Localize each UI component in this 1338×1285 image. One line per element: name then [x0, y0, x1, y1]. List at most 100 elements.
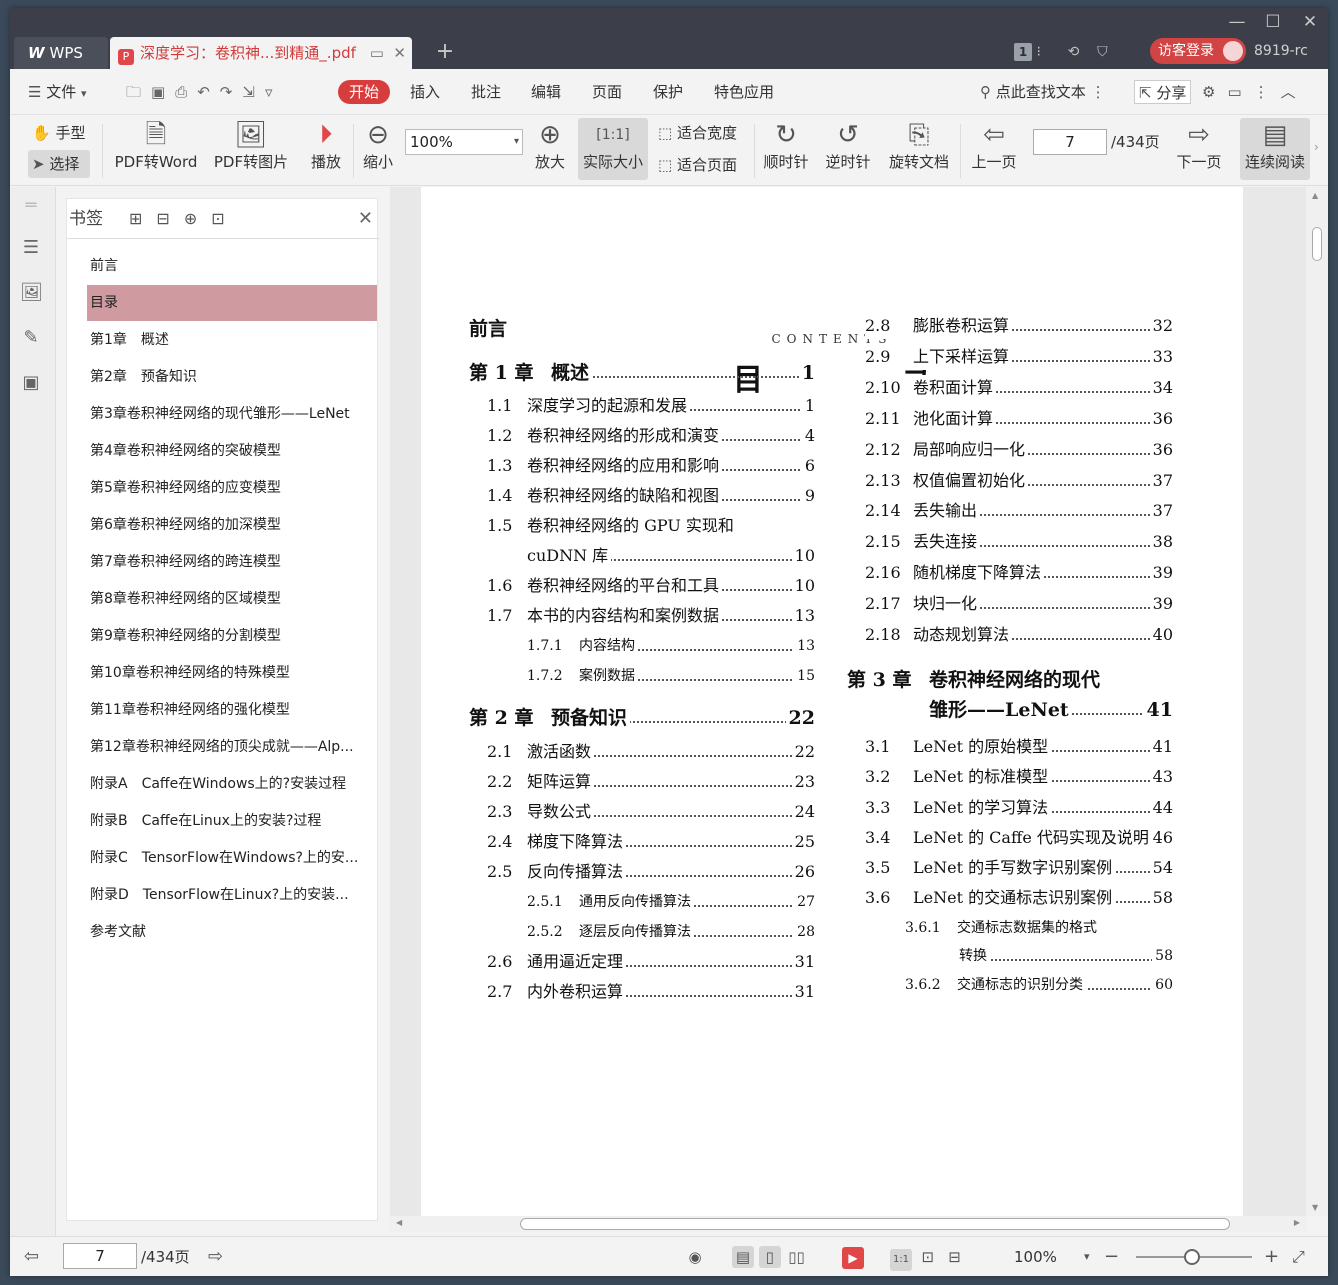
rotate-document-button[interactable]: ⎘ 旋转文档: [886, 118, 952, 172]
toc-entry[interactable]: 1.3 卷积神经网络的应用和影响 6: [487, 453, 815, 479]
tab-special-apps[interactable]: 特色应用: [714, 80, 774, 104]
open-folder-icon[interactable]: 🗀: [126, 83, 151, 101]
bookmark-item[interactable]: 附录A Caffe在Windows上的?安装过程: [87, 766, 377, 802]
bookmark-item[interactable]: ▶第2章 预备知识: [87, 359, 377, 395]
toc-entry[interactable]: 转换 58: [959, 943, 1173, 969]
tab-annotate[interactable]: 批注: [471, 80, 501, 104]
toc-entry[interactable]: 2.5 反向传播算法 26: [487, 859, 815, 885]
toc-entry[interactable]: 2.17 块归一化 39: [865, 591, 1173, 617]
toc-entry[interactable]: 雏形——LeNet 41: [929, 697, 1173, 723]
toc-entry[interactable]: 3.2 LeNet 的标准模型 43: [865, 764, 1173, 790]
minimize-button[interactable]: —: [1222, 12, 1252, 32]
toc-entry[interactable]: 2.18 动态规划算法 40: [865, 622, 1173, 648]
toc-entry[interactable]: 1.2 卷积神经网络的形成和演变 4: [487, 423, 815, 449]
fit-width-button[interactable]: ⬚ 适合宽度: [658, 122, 744, 144]
fit-page-status-icon[interactable]: ⊡: [917, 1246, 939, 1268]
toc-entry[interactable]: 3.6.2 交通标志的识别分类 60: [905, 972, 1173, 998]
skin-shirt-icon[interactable]: ⛉: [1097, 44, 1108, 60]
bookmark-item[interactable]: 附录C TensorFlow在Windows?上的安...: [87, 840, 377, 876]
toc-entry[interactable]: 3.1 LeNet 的原始模型 41: [865, 734, 1173, 760]
search-box[interactable]: ⚲ 点此查找文本 ⋮: [980, 80, 1106, 104]
bookmark-item[interactable]: ▶第4章卷积神经网络的突破模型: [87, 433, 377, 469]
undo-icon[interactable]: ↶: [197, 83, 220, 101]
toc-entry[interactable]: 1.5 卷积神经网络的 GPU 实现和: [487, 513, 815, 539]
comment-icon[interactable]: ▭: [1227, 83, 1253, 101]
toc-entry[interactable]: 2.6 通用逼近定理 31: [487, 949, 815, 975]
eye-protection-icon[interactable]: ◉: [684, 1245, 706, 1269]
collapse-all-icon[interactable]: ⊟: [156, 209, 183, 228]
bookmark-item[interactable]: 附录B Caffe在Linux上的安装?过程: [87, 803, 377, 839]
sync-icon[interactable]: ⟲: [1068, 44, 1080, 60]
bookmark-item[interactable]: ▶第1章 概述: [87, 322, 377, 358]
monitor-icon[interactable]: ▭: [370, 44, 384, 62]
status-page-input[interactable]: 7: [63, 1243, 137, 1269]
collapse-ribbon-icon[interactable]: ︿: [1281, 83, 1308, 101]
scroll-left-icon[interactable]: ◀: [396, 1218, 402, 1227]
toc-entry[interactable]: 1.6 卷积神经网络的平台和工具 10: [487, 573, 815, 599]
toc-entry[interactable]: cuDNN 库 10: [527, 543, 815, 569]
tab-insert[interactable]: 插入: [410, 80, 440, 104]
drag-handle-icon[interactable]: ═: [20, 195, 42, 217]
zoom-dropdown-chevron-icon[interactable]: ▾: [1084, 1245, 1090, 1269]
continuous-reading-button[interactable]: ▤ 连续阅读: [1240, 118, 1310, 180]
tab-wps-home[interactable]: W WPS: [14, 37, 108, 69]
toc-entry[interactable]: 2.2 矩阵运算 23: [487, 769, 815, 795]
toc-entry[interactable]: 2.3 导数公式 24: [487, 799, 815, 825]
bookmark-item[interactable]: ▶第12章卷积神经网络的顶尖成就——Alp...: [87, 729, 377, 765]
thumbnail-image-icon[interactable]: 🖼: [20, 282, 43, 304]
toc-entry[interactable]: 2.11 池化面计算 36: [865, 406, 1173, 432]
double-page-view-icon[interactable]: ▯▯: [786, 1246, 808, 1268]
toc-entry[interactable]: 2.10 卷积面计算 34: [865, 375, 1173, 401]
ribbon-scroll-right-icon[interactable]: ›: [1314, 140, 1319, 154]
file-menu[interactable]: ☰ 文件 ▾: [28, 80, 87, 104]
toc-entry[interactable]: 2.16 随机梯度下降算法 39: [865, 560, 1173, 586]
scroll-right-icon[interactable]: ▶: [1294, 1218, 1300, 1227]
annotation-pen-icon[interactable]: ✎: [20, 327, 42, 349]
next-page-button[interactable]: ⇨ 下一页: [1172, 118, 1226, 172]
bookmark-list-icon[interactable]: ☰: [20, 237, 42, 259]
page-number-input[interactable]: 7: [1033, 129, 1107, 155]
tab-document[interactable]: P 深度学习：卷积神...到精通_.pdf ▭ ✕: [110, 37, 412, 69]
vertical-scroll-thumb[interactable]: [1312, 227, 1322, 261]
toc-entry[interactable]: 1.1 深度学习的起源和发展 1: [487, 393, 815, 419]
horizontal-scroll-thumb[interactable]: [520, 1218, 1230, 1230]
add-bookmark-icon[interactable]: ⊕: [184, 209, 211, 228]
toc-entry[interactable]: 3.3 LeNet 的学习算法 44: [865, 795, 1173, 821]
settings-gear-icon[interactable]: ⚙: [1202, 83, 1227, 101]
scroll-down-icon[interactable]: ▼: [1312, 1203, 1318, 1212]
zoom-slider[interactable]: [1136, 1249, 1252, 1265]
document-viewport[interactable]: CONTENTS 目 录 前言第 1 章概述 1 1.1 深度学习的起源和发展 1 1.2…: [390, 187, 1328, 1216]
zoom-out-button[interactable]: ⊖ 缩小: [360, 118, 396, 172]
toc-entry[interactable]: 2.1 激活函数 22: [487, 739, 815, 765]
bookmark-item[interactable]: 参考文献: [87, 914, 377, 950]
maximize-button[interactable]: ☐: [1258, 12, 1288, 32]
toc-entry[interactable]: 3.4 LeNet 的 Caffe 代码实现及说明 46: [865, 825, 1173, 851]
save-icon[interactable]: ▣: [151, 83, 175, 101]
tab-protect[interactable]: 保护: [653, 80, 683, 104]
bookmark-item[interactable]: ▶第7章卷积神经网络的跨连模型: [87, 544, 377, 580]
bookmark-item[interactable]: 前言: [87, 248, 377, 284]
zoom-in-button[interactable]: ⊕ 放大: [532, 118, 568, 172]
status-next-page-icon[interactable]: ⇨: [208, 1245, 223, 1269]
toc-entry[interactable]: 第 2 章预备知识 22: [469, 705, 815, 731]
guest-login-button[interactable]: 访客登录: [1150, 38, 1246, 64]
bookmark-item[interactable]: 目录: [87, 285, 377, 321]
status-zoom-value[interactable]: 100%: [1014, 1245, 1057, 1269]
comment-panel-icon[interactable]: ▣: [20, 372, 42, 394]
toc-entry[interactable]: 2.13 权值偏置初始化 37: [865, 468, 1173, 494]
bookmark-item[interactable]: ▶第9章卷积神经网络的分割模型: [87, 618, 377, 654]
fit-width-status-icon[interactable]: ⊟: [944, 1246, 966, 1268]
toc-entry[interactable]: 3.5 LeNet 的手写数字识别案例 54: [865, 855, 1173, 881]
bookmark-item[interactable]: ▶第6章卷积神经网络的加深模型: [87, 507, 377, 543]
grid-icon[interactable]: ⁝: [1036, 44, 1040, 60]
bookmark-options-icon[interactable]: ⊡: [211, 209, 238, 228]
toc-entry[interactable]: 1.7.2 案例数据 15: [527, 663, 815, 689]
more-chevron-icon[interactable]: ▿: [265, 83, 283, 101]
bookmark-item[interactable]: ▶第3章卷积神经网络的现代雏形——LeNet: [87, 396, 377, 432]
toc-entry[interactable]: 第 3 章卷积神经网络的现代: [847, 667, 1173, 693]
toc-entry[interactable]: 第 1 章概述 1: [469, 360, 815, 386]
toc-entry[interactable]: 2.14 丢失输出 37: [865, 498, 1173, 524]
close-tab-icon[interactable]: ✕: [393, 44, 406, 62]
toc-entry[interactable]: 3.6.1 交通标志数据集的格式: [905, 915, 1173, 941]
toc-entry[interactable]: 2.4 梯度下降算法 25: [487, 829, 815, 855]
